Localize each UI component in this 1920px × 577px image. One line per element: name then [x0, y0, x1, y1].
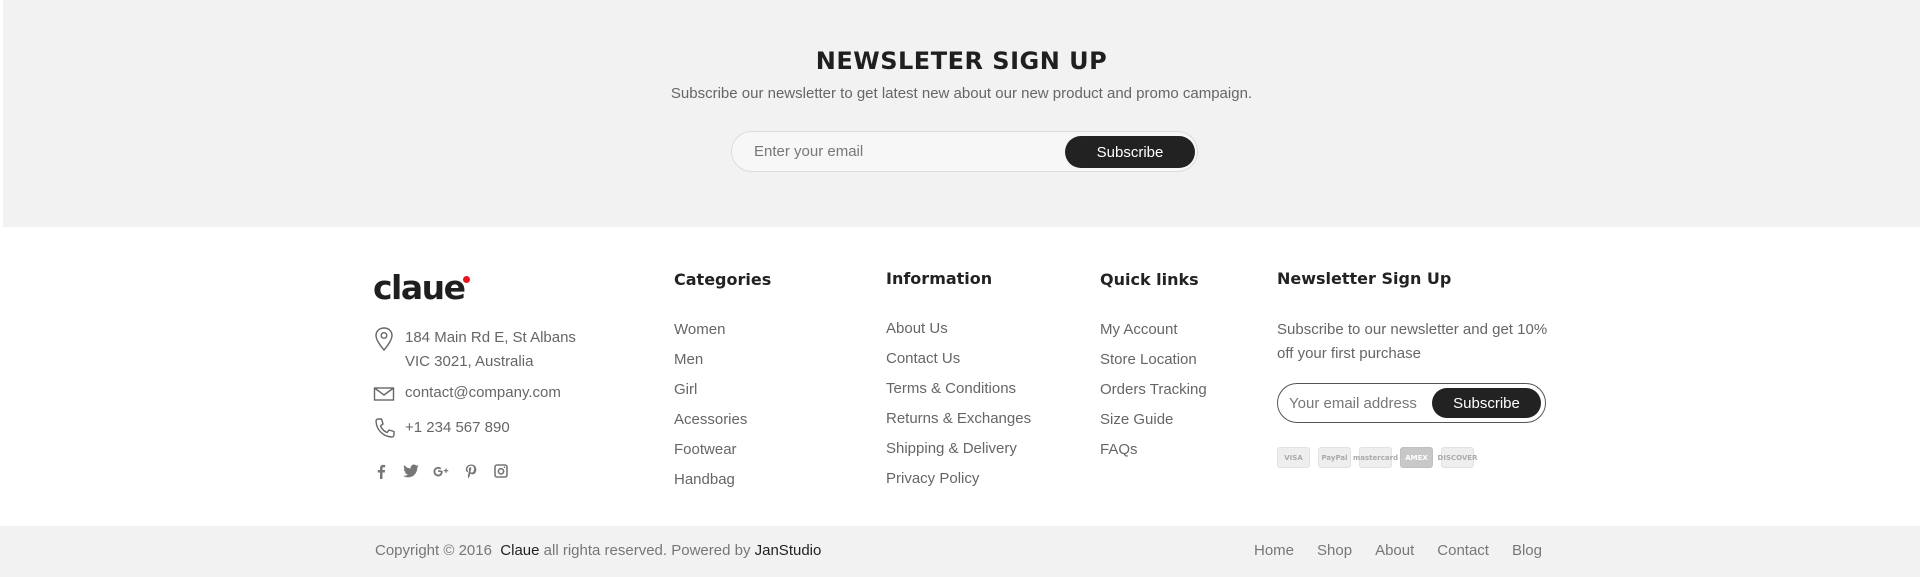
twitter-icon[interactable]	[403, 462, 419, 480]
paypal-icon: PayPal	[1318, 447, 1351, 468]
footer-newsletter-text: Subscribe to our newsletter and get 10% …	[1277, 321, 1548, 362]
info-link-terms[interactable]: Terms & Conditions	[886, 374, 1031, 404]
bottom-nav: Home Shop About Contact Blog	[1254, 542, 1542, 559]
quick-link-size-guide[interactable]: Size Guide	[1100, 405, 1207, 435]
map-pin-icon	[373, 326, 395, 352]
bottom-nav-home[interactable]: Home	[1254, 542, 1294, 559]
brand-logo[interactable]: claue	[373, 268, 466, 308]
mastercard-icon: mastercard	[1353, 447, 1398, 468]
bottom-nav-about[interactable]: About	[1375, 542, 1414, 559]
categories-list: Women Men Girl Acessories Footwear Handb…	[674, 315, 747, 495]
info-link-about-us[interactable]: About Us	[886, 314, 1031, 344]
contact-phone-number[interactable]: +1 234 567 890	[405, 416, 510, 440]
information-title: Information	[886, 269, 993, 288]
footer-newsletter-email-input[interactable]	[1279, 385, 1431, 421]
bottom-nav-contact[interactable]: Contact	[1437, 542, 1489, 559]
information-list: About Us Contact Us Terms & Conditions R…	[886, 314, 1031, 494]
contact-email-link[interactable]: contact@company.com	[405, 381, 561, 405]
newsletter-title: NEWSLETER SIGN UP	[815, 47, 1108, 75]
visa-icon: VISA	[1277, 447, 1310, 468]
address-line-2: VIC 3021, Australia	[405, 353, 534, 370]
social-links	[373, 462, 509, 480]
categories-title: Categories	[674, 270, 772, 289]
quick-link-orders-tracking[interactable]: Orders Tracking	[1100, 375, 1207, 405]
newsletter-subtitle: Subscribe our newsletter to get latest n…	[670, 85, 1253, 102]
footer-newsletter-subscribe-button[interactable]: Subscribe	[1432, 388, 1541, 418]
quick-link-store-location[interactable]: Store Location	[1100, 345, 1207, 375]
address-line-1: 184 Main Rd E, St Albans	[405, 329, 576, 346]
facebook-icon[interactable]	[373, 462, 389, 480]
copyright-text: Copyright © 2016 Claue all righta reserv…	[375, 542, 821, 559]
google-plus-icon[interactable]	[433, 462, 449, 480]
quick-link-faqs[interactable]: FAQs	[1100, 435, 1207, 465]
payment-methods: VISA PayPal mastercard AMEX DISCOVER	[1277, 447, 1477, 468]
category-link-accessories[interactable]: Acessories	[674, 405, 747, 435]
newsletter-section: NEWSLETER SIGN UP Subscribe our newslett…	[3, 0, 1920, 227]
contact-email: contact@company.com	[373, 381, 561, 405]
newsletter-form: Subscribe	[731, 131, 1198, 172]
contact-phone: +1 234 567 890	[373, 416, 510, 440]
newsletter-subscribe-button[interactable]: Subscribe	[1065, 136, 1195, 168]
envelope-icon	[373, 381, 395, 405]
instagram-icon[interactable]	[493, 462, 509, 480]
copyright-middle: all righta reserved. Powered by	[543, 542, 751, 559]
info-link-returns[interactable]: Returns & Exchanges	[886, 404, 1031, 434]
phone-icon	[373, 416, 395, 440]
info-link-privacy[interactable]: Privacy Policy	[886, 464, 1031, 494]
logo-accent-dot	[463, 276, 470, 283]
quick-link-my-account[interactable]: My Account	[1100, 315, 1207, 345]
category-link-women[interactable]: Women	[674, 315, 747, 345]
bottom-bar: Copyright © 2016 Claue all righta reserv…	[0, 526, 1920, 577]
quick-links-title: Quick links	[1100, 270, 1199, 289]
category-link-footwear[interactable]: Footwear	[674, 435, 747, 465]
info-link-shipping[interactable]: Shipping & Delivery	[886, 434, 1031, 464]
quick-links-list: My Account Store Location Orders Trackin…	[1100, 315, 1207, 465]
bottom-nav-blog[interactable]: Blog	[1512, 542, 1542, 559]
contact-address: 184 Main Rd E, St Albans VIC 3021, Austr…	[373, 326, 576, 374]
footer-newsletter-title: Newsletter Sign Up	[1277, 269, 1452, 288]
category-link-handbag[interactable]: Handbag	[674, 465, 747, 495]
info-link-contact-us[interactable]: Contact Us	[886, 344, 1031, 374]
category-link-men[interactable]: Men	[674, 345, 747, 375]
footer-newsletter-form: Subscribe	[1277, 383, 1546, 423]
pinterest-icon[interactable]	[463, 462, 479, 480]
amex-icon: AMEX	[1400, 447, 1433, 468]
discover-icon: DISCOVER	[1438, 447, 1477, 468]
bottom-nav-shop[interactable]: Shop	[1317, 542, 1352, 559]
copyright-brand-link[interactable]: Claue	[500, 542, 539, 559]
category-link-girl[interactable]: Girl	[674, 375, 747, 405]
powered-by-link[interactable]: JanStudio	[755, 542, 822, 559]
copyright-prefix: Copyright © 2016	[375, 542, 492, 559]
newsletter-email-input[interactable]	[733, 133, 1053, 170]
